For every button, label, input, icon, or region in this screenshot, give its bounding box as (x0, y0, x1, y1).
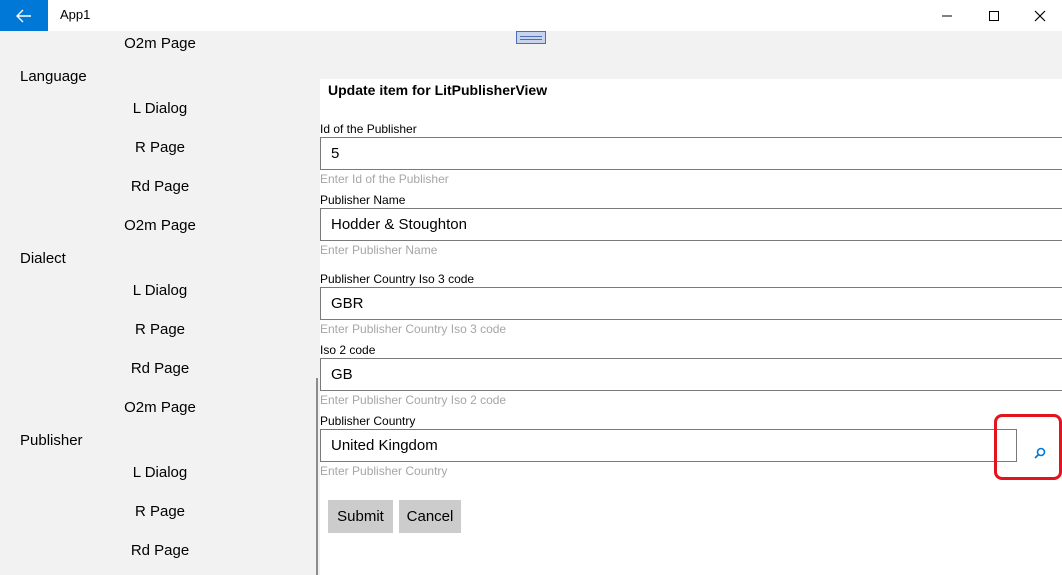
sidebar-item-o2m-page[interactable]: O2m Page (0, 399, 320, 416)
iso3-hint: Enter Publisher Country Iso 3 code (320, 322, 507, 336)
minimize-icon (942, 15, 952, 16)
highlight-annotation (994, 414, 1062, 480)
sidebar-item-rd-page[interactable]: Rd Page (0, 542, 320, 559)
grip-line (520, 38, 542, 40)
maximize-icon (989, 10, 999, 21)
back-arrow-icon (16, 9, 31, 22)
id-hint: Enter Id of the Publisher (320, 172, 449, 186)
sidebar-group-language[interactable]: Language (20, 68, 87, 85)
minimize-button[interactable] (924, 0, 970, 31)
cancel-button[interactable]: Cancel (399, 500, 461, 533)
app-title: App1 (60, 7, 91, 22)
iso2-hint: Enter Publisher Country Iso 2 code (320, 393, 507, 407)
back-button[interactable] (0, 0, 48, 31)
submit-button[interactable]: Submit (328, 500, 393, 533)
title-bar: App1 (0, 0, 1062, 31)
sidebar-item-rd-page[interactable]: Rd Page (0, 178, 320, 195)
country-input[interactable]: United Kingdom (320, 429, 1017, 462)
publisher-name-input[interactable]: Hodder & Stoughton (320, 208, 1062, 241)
form-title: Update item for LitPublisherView (328, 82, 548, 98)
close-button[interactable] (1017, 0, 1062, 31)
sidebar: O2m Page Language L Dialog R Page Rd Pag… (0, 31, 316, 575)
publisher-name-hint: Enter Publisher Name (320, 243, 438, 257)
pane-splitter[interactable] (316, 378, 318, 575)
publisher-name-label: Publisher Name (320, 193, 406, 207)
drag-handle[interactable] (516, 31, 546, 44)
sidebar-item-l-dialog[interactable]: L Dialog (0, 464, 320, 481)
id-input[interactable]: 5 (320, 137, 1062, 170)
sidebar-item-r-page[interactable]: R Page (0, 503, 320, 520)
sidebar-item-rd-page[interactable]: Rd Page (0, 360, 320, 377)
close-icon (1034, 10, 1046, 21)
sidebar-item-o2m-page[interactable]: O2m Page (0, 217, 320, 234)
id-label: Id of the Publisher (320, 122, 417, 136)
maximize-button[interactable] (971, 0, 1017, 31)
sidebar-item-r-page[interactable]: R Page (0, 321, 320, 338)
sidebar-group-dialect[interactable]: Dialect (20, 250, 66, 267)
country-label: Publisher Country (320, 414, 416, 428)
iso3-input[interactable]: GBR (320, 287, 1062, 320)
sidebar-item-r-page[interactable]: R Page (0, 139, 320, 156)
sidebar-item-o2m-page[interactable]: O2m Page (0, 35, 320, 52)
sidebar-item-l-dialog[interactable]: L Dialog (0, 282, 320, 299)
iso2-input[interactable]: GB (320, 358, 1062, 391)
sidebar-item-l-dialog[interactable]: L Dialog (0, 100, 320, 117)
grip-line (520, 35, 542, 37)
iso3-label: Publisher Country Iso 3 code (320, 272, 475, 286)
country-hint: Enter Publisher Country (320, 464, 448, 478)
iso2-label: Iso 2 code (320, 343, 376, 357)
sidebar-group-publisher[interactable]: Publisher (20, 432, 83, 449)
update-form: Update item for LitPublisherView Id of t… (320, 79, 1062, 575)
